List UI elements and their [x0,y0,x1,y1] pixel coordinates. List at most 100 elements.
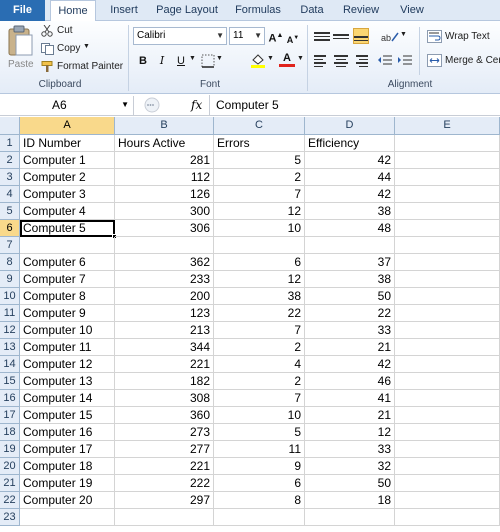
cell-e1[interactable] [395,135,500,152]
align-top-button[interactable] [314,29,330,45]
cell-d13[interactable]: 21 [305,339,395,356]
cell-c6[interactable]: 10 [214,220,305,237]
row-header-14[interactable]: 14 [0,356,20,373]
cell-d19[interactable]: 33 [305,441,395,458]
cell-d17[interactable]: 21 [305,407,395,424]
cell-b7[interactable] [115,237,214,254]
orientation-dropdown-icon[interactable]: ▼ [400,31,407,38]
cell-c13[interactable]: 2 [214,339,305,356]
row-header-18[interactable]: 18 [0,424,20,441]
cell-d12[interactable]: 33 [305,322,395,339]
align-right-button[interactable] [352,53,368,69]
orientation-icon[interactable]: ab [381,29,399,43]
row-header-20[interactable]: 20 [0,458,20,475]
row-header-19[interactable]: 19 [0,441,20,458]
cell-b10[interactable]: 200 [115,288,214,305]
cell-b15[interactable]: 182 [115,373,214,390]
cell-e20[interactable] [395,458,500,475]
row-header-6[interactable]: 6 [0,220,20,237]
increase-indent-icon[interactable] [397,54,413,68]
cell-b22[interactable]: 297 [115,492,214,509]
font-size-select[interactable]: 11 ▼ [229,27,265,45]
tab-insert[interactable]: Insert [101,0,147,21]
cell-a18[interactable]: Computer 16 [20,424,115,441]
cell-a10[interactable]: Computer 8 [20,288,115,305]
cut-button[interactable]: Cut [41,24,86,39]
cell-a14[interactable]: Computer 12 [20,356,115,373]
cell-c17[interactable]: 10 [214,407,305,424]
cell-e10[interactable] [395,288,500,305]
row-header-2[interactable]: 2 [0,152,20,169]
cell-a7[interactable] [20,237,115,254]
row-header-5[interactable]: 5 [0,203,20,220]
cell-a1[interactable]: ID Number [20,135,115,152]
cell-b2[interactable]: 281 [115,152,214,169]
fill-color-icon[interactable] [250,52,266,68]
cell-c9[interactable]: 12 [214,271,305,288]
cell-e18[interactable] [395,424,500,441]
cell-b8[interactable]: 362 [115,254,214,271]
row-header-11[interactable]: 11 [0,305,20,322]
tab-home[interactable]: Home [50,0,96,22]
cell-e15[interactable] [395,373,500,390]
cell-e3[interactable] [395,169,500,186]
cell-e12[interactable] [395,322,500,339]
row-header-10[interactable]: 10 [0,288,20,305]
merge-center-button[interactable]: Merge & Cer [425,53,500,69]
cell-c21[interactable]: 6 [214,475,305,492]
cell-a9[interactable]: Computer 7 [20,271,115,288]
cell-b6[interactable]: 306 [115,220,214,237]
cell-a3[interactable]: Computer 2 [20,169,115,186]
cell-b12[interactable]: 213 [115,322,214,339]
name-box[interactable]: A6 ▼ [0,96,134,115]
cell-b13[interactable]: 344 [115,339,214,356]
align-center-button[interactable] [333,53,349,69]
cell-d21[interactable]: 50 [305,475,395,492]
cell-a2[interactable]: Computer 1 [20,152,115,169]
cell-c11[interactable]: 22 [214,305,305,322]
cell-c23[interactable] [214,509,305,526]
formula-input[interactable]: Computer 5 [216,96,279,114]
cell-d16[interactable]: 41 [305,390,395,407]
cell-a15[interactable]: Computer 13 [20,373,115,390]
cell-c8[interactable]: 6 [214,254,305,271]
cell-b20[interactable]: 221 [115,458,214,475]
cell-c12[interactable]: 7 [214,322,305,339]
cell-c3[interactable]: 2 [214,169,305,186]
cell-a13[interactable]: Computer 11 [20,339,115,356]
cell-b9[interactable]: 233 [115,271,214,288]
cell-d14[interactable]: 42 [305,356,395,373]
tab-file[interactable]: File [0,0,45,21]
cell-c16[interactable]: 7 [214,390,305,407]
cell-a11[interactable]: Computer 9 [20,305,115,322]
cell-e4[interactable] [395,186,500,203]
cell-d15[interactable]: 46 [305,373,395,390]
cell-a4[interactable]: Computer 3 [20,186,115,203]
row-header-17[interactable]: 17 [0,407,20,424]
cell-a21[interactable]: Computer 19 [20,475,115,492]
cell-d8[interactable]: 37 [305,254,395,271]
cell-b14[interactable]: 221 [115,356,214,373]
align-left-button[interactable] [314,53,330,69]
cell-e5[interactable] [395,203,500,220]
tab-view[interactable]: View [392,0,432,21]
paste-button[interactable]: Paste [4,23,36,77]
cell-b19[interactable]: 277 [115,441,214,458]
cell-b1[interactable]: Hours Active [115,135,214,152]
cell-e14[interactable] [395,356,500,373]
row-header-15[interactable]: 15 [0,373,20,390]
cell-a17[interactable]: Computer 15 [20,407,115,424]
cell-c22[interactable]: 8 [214,492,305,509]
cell-d20[interactable]: 32 [305,458,395,475]
cell-b5[interactable]: 300 [115,203,214,220]
row-header-13[interactable]: 13 [0,339,20,356]
font-color-button[interactable]: A [279,50,295,67]
align-middle-button[interactable] [333,29,349,45]
cell-d9[interactable]: 38 [305,271,395,288]
cell-b3[interactable]: 112 [115,169,214,186]
column-header-a[interactable]: A [20,117,115,135]
row-header-3[interactable]: 3 [0,169,20,186]
cell-d11[interactable]: 22 [305,305,395,322]
cell-d22[interactable]: 18 [305,492,395,509]
cell-e11[interactable] [395,305,500,322]
